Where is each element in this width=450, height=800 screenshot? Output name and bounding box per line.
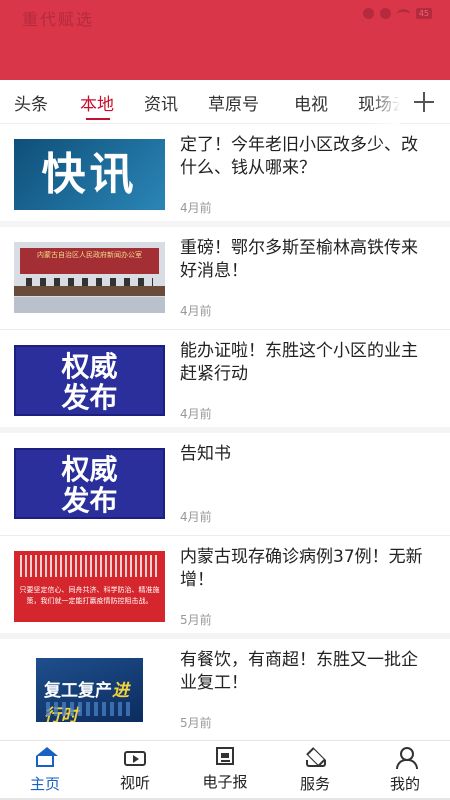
app-header: 重代赋选 45 [0,0,450,80]
tv-icon [124,751,146,766]
news-thumbnail: 快讯 [14,139,165,210]
news-title: 告知书 [180,444,231,464]
news-thumbnail: 内蒙古自治区人民政府新闻办公室 [14,242,165,313]
tab-tv[interactable]: 电视 [294,90,328,115]
signal-icon [379,8,391,19]
nav-services[interactable]: 服务 [270,747,360,794]
nav-media[interactable]: 视听 [90,747,180,793]
status-icons: 45 [362,8,432,19]
thumb-line: 权威 [61,453,118,486]
nav-label: 主页 [29,775,60,793]
wifi-icon [396,8,410,19]
nav-label: 我的 [389,775,420,793]
news-thumbnail: 权威 发布 [14,448,165,519]
nav-profile[interactable]: 我的 [360,747,450,794]
status-carrier-text: 重代赋选 [22,10,95,29]
news-time: 4月前 [180,201,212,215]
layers-icon [304,747,326,767]
alarm-icon [362,8,374,19]
news-list: 快讯 定了！今年老旧小区改多少、改什么、钱从哪来？ 4月前 内蒙古自治区人民政府… [0,124,450,742]
thumb-line: 权威 [61,350,118,383]
news-thumbnail: 只要坚定信心、同舟共济、科学防治、精准施策，我们就一定能打赢疫情防控阻击战。 [14,551,165,622]
tab-grassland[interactable]: 草原号 [208,90,259,115]
channel-tab-bar: 头条 本地 资讯 草原号 电视 现场云 [0,80,450,124]
news-item[interactable]: 权威 发布 能办证啦！东胜这个小区的业主赶紧行动 4月前 [0,330,450,433]
news-time: 4月前 [180,304,212,318]
nav-label: 服务 [299,775,330,793]
news-item[interactable]: 快讯 定了！今年老旧小区改多少、改什么、钱从哪来？ 4月前 [0,124,450,227]
nav-epaper[interactable]: 电子报 [180,747,270,792]
meeting-floor [14,297,165,313]
news-item[interactable]: 内蒙古自治区人民政府新闻办公室 重磅！鄂尔多斯至榆林高铁传来好消息！ 4月前 [0,227,450,330]
tab-news[interactable]: 资讯 [144,90,178,115]
news-title: 内蒙古现存确诊病例37例！无新增！ [180,547,423,590]
news-time: 4月前 [180,407,212,421]
mongolian-script [20,555,159,577]
meeting-table [14,286,165,296]
battery-icon: 45 [415,8,432,19]
tab-fade-overlay [370,80,400,124]
news-item[interactable]: 复工复产进行时 有餐饮，有商超！东胜又一批企业复工！ 5月前 [0,639,450,742]
news-title: 能办证啦！东胜这个小区的业主赶紧行动 [180,341,418,384]
bottom-nav: 主页 视听 电子报 服务 我的 [0,740,450,800]
thumb-decoration [46,702,133,716]
news-item[interactable]: 只要坚定信心、同舟共济、科学防治、精准施策，我们就一定能打赢疫情防控阻击战。 内… [0,536,450,639]
nav-label: 电子报 [202,773,248,791]
home-icon [36,747,58,767]
news-item[interactable]: 权威 发布 告知书 4月前 [0,433,450,536]
user-icon [394,747,418,769]
thumb-line: 复工复产 [44,681,112,701]
active-tab-indicator [86,118,110,120]
news-time: 5月前 [180,613,212,627]
nav-label: 视听 [119,774,150,792]
meeting-banner: 内蒙古自治区人民政府新闻办公室 [20,248,159,274]
thumb-line: 发布 [61,484,118,517]
thumb-text: 只要坚定信心、同舟共济、科学防治、精准施策，我们就一定能打赢疫情防控阻击战。 [19,586,160,605]
nav-home[interactable]: 主页 [0,747,90,794]
news-thumbnail: 复工复产进行时 [36,658,143,722]
news-title: 有餐饮，有商超！东胜又一批企业复工！ [180,650,418,693]
add-channel-icon[interactable] [414,92,434,112]
tab-local[interactable]: 本地 [80,90,114,115]
news-thumbnail: 权威 发布 [14,345,165,416]
thumb-line: 发布 [61,381,118,414]
news-title: 重磅！鄂尔多斯至榆林高铁传来好消息！ [180,238,418,281]
news-time: 5月前 [180,716,212,730]
news-title: 定了！今年老旧小区改多少、改什么、钱从哪来？ [180,135,418,178]
news-time: 4月前 [180,510,212,524]
channel-tabs: 头条 本地 资讯 草原号 电视 现场云 [0,80,400,124]
newspaper-icon [216,747,234,765]
tab-headlines[interactable]: 头条 [14,90,48,115]
meeting-people [26,278,153,286]
